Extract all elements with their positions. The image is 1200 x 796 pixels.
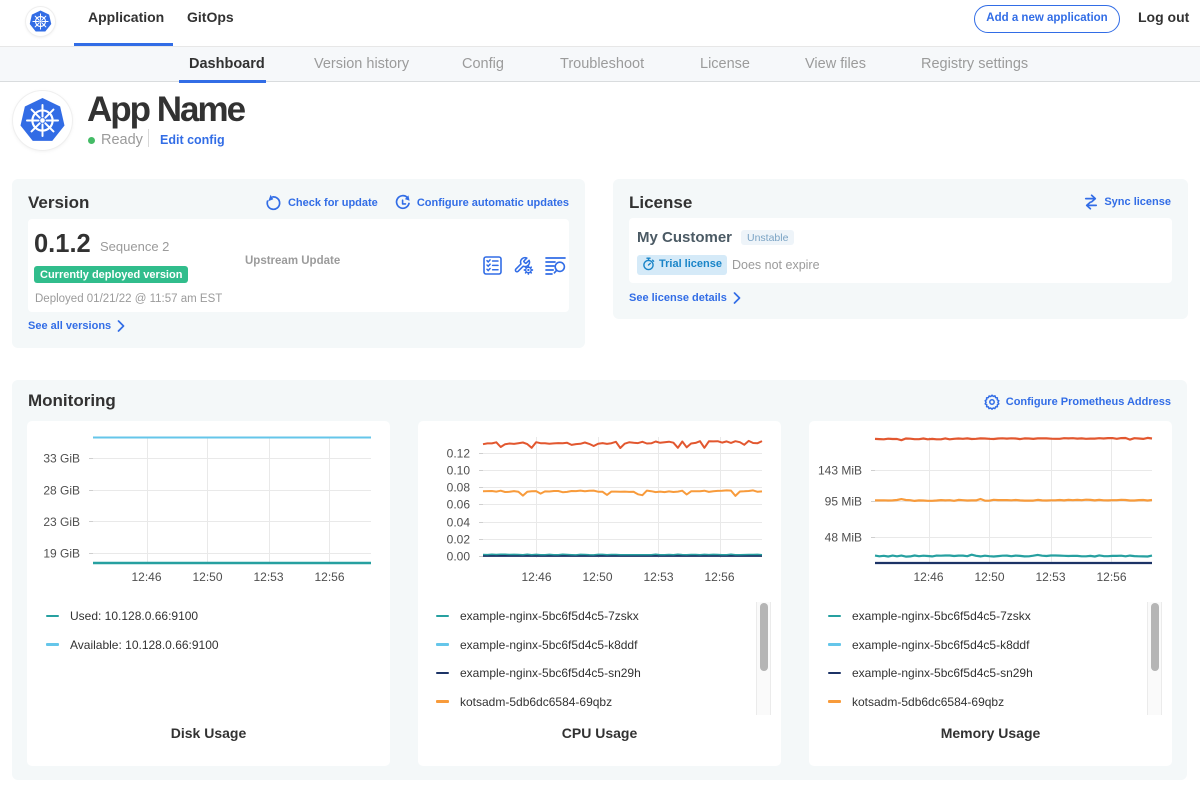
svg-text:12:50: 12:50 bbox=[582, 570, 612, 584]
svg-text:12:50: 12:50 bbox=[192, 570, 222, 584]
svg-text:12:50: 12:50 bbox=[974, 570, 1004, 584]
svg-text:0.02: 0.02 bbox=[447, 533, 471, 547]
svg-text:23 GiB: 23 GiB bbox=[43, 515, 80, 529]
svg-text:0.12: 0.12 bbox=[447, 447, 471, 461]
svg-text:95 MiB: 95 MiB bbox=[825, 495, 862, 509]
svg-text:12:46: 12:46 bbox=[521, 570, 551, 584]
svg-text:12:56: 12:56 bbox=[1096, 570, 1126, 584]
svg-text:12:53: 12:53 bbox=[253, 570, 283, 584]
svg-text:0.06: 0.06 bbox=[447, 498, 471, 512]
svg-text:0.04: 0.04 bbox=[447, 516, 471, 530]
svg-text:12:56: 12:56 bbox=[704, 570, 734, 584]
svg-text:12:46: 12:46 bbox=[913, 570, 943, 584]
svg-text:12:53: 12:53 bbox=[643, 570, 673, 584]
svg-text:0.10: 0.10 bbox=[447, 464, 471, 478]
svg-text:143 MiB: 143 MiB bbox=[818, 464, 862, 478]
svg-text:0.08: 0.08 bbox=[447, 481, 471, 495]
svg-text:33 GiB: 33 GiB bbox=[43, 452, 80, 466]
svg-text:0.00: 0.00 bbox=[447, 550, 471, 564]
svg-text:48 MiB: 48 MiB bbox=[825, 531, 862, 545]
svg-text:28 GiB: 28 GiB bbox=[43, 484, 80, 498]
svg-text:12:56: 12:56 bbox=[314, 570, 344, 584]
svg-text:19 GiB: 19 GiB bbox=[43, 547, 80, 561]
svg-text:12:53: 12:53 bbox=[1035, 570, 1065, 584]
svg-text:12:46: 12:46 bbox=[131, 570, 161, 584]
